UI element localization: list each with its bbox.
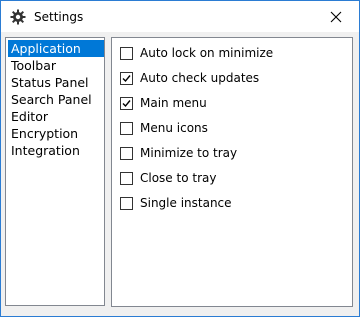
gear-icon <box>10 9 26 25</box>
checkbox[interactable] <box>120 146 133 160</box>
dialog-client-area: Application Toolbar Status Panel Search Pan… <box>1 32 359 316</box>
nav-item-integration[interactable]: Integration <box>8 142 104 159</box>
close-icon <box>330 11 342 22</box>
checkbox[interactable] <box>120 71 133 85</box>
option-label: Minimize to tray <box>140 146 238 160</box>
category-list[interactable]: Application Toolbar Status Panel Search Pan… <box>5 37 105 306</box>
checkbox[interactable] <box>120 171 133 185</box>
option-label: Auto lock on minimize <box>140 46 274 60</box>
checkmark-icon <box>122 74 131 82</box>
option-label: Menu icons <box>140 121 208 135</box>
option-label: Close to tray <box>140 171 217 185</box>
option-label: Auto check updates <box>140 71 260 85</box>
window-title: Settings <box>34 10 84 24</box>
checkbox[interactable] <box>120 121 133 135</box>
checkbox[interactable] <box>120 96 133 110</box>
nav-item-encryption[interactable]: Encryption <box>8 125 104 142</box>
nav-item-toolbar[interactable]: Toolbar <box>8 57 104 74</box>
nav-item-search-panel[interactable]: Search Panel <box>8 91 104 108</box>
option-menu-icons[interactable]: Menu icons <box>120 120 208 136</box>
option-auto-lock-on-minimize[interactable]: Auto lock on minimize <box>120 45 273 61</box>
option-close-to-tray[interactable]: Close to tray <box>120 170 216 186</box>
nav-item-application[interactable]: Application <box>8 40 104 57</box>
option-label: Single instance <box>140 196 232 210</box>
checkbox[interactable] <box>120 196 133 210</box>
checkbox[interactable] <box>120 46 133 60</box>
nav-item-editor[interactable]: Editor <box>8 108 104 125</box>
option-auto-check-updates[interactable]: Auto check updates <box>120 70 259 86</box>
option-label: Main menu <box>140 96 207 110</box>
checkmark-icon <box>122 99 131 107</box>
title-bar[interactable]: Settings <box>1 1 359 32</box>
options-panel: Auto lock on minimize Auto check updates M… <box>111 37 353 307</box>
option-minimize-to-tray[interactable]: Minimize to tray <box>120 145 237 161</box>
option-main-menu[interactable]: Main menu <box>120 95 207 111</box>
option-single-instance[interactable]: Single instance <box>120 195 232 211</box>
close-button[interactable] <box>313 1 359 32</box>
settings-window: Settings Application Toolbar Status Panel S… <box>0 0 360 317</box>
nav-item-status-panel[interactable]: Status Panel <box>8 74 104 91</box>
